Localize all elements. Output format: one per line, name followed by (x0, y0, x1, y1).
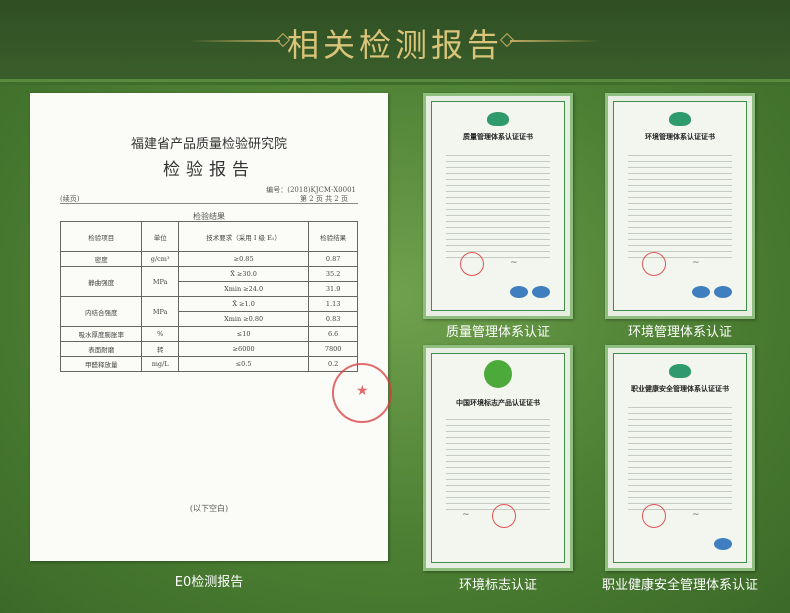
column-header: 检验结果 (308, 221, 358, 252)
requirement-cell: ≤10 (177, 326, 310, 342)
stamp-icon (492, 504, 516, 528)
signature-icon: ~ (462, 510, 470, 520)
certificate-environment: 环境管理体系认证证书 ~ (605, 93, 755, 319)
report-title: 检验报告 (163, 160, 255, 180)
iqnet-badge-icon (510, 286, 528, 298)
stamp-icon (460, 252, 484, 276)
iaf-badge-icon (714, 538, 732, 550)
right-ornament (510, 40, 600, 42)
stamp-icon (642, 252, 666, 276)
certificate-quality: 质量管理体系认证证书 ~ (423, 93, 573, 319)
certificate-frame: 质量管理体系认证证书 ~ (431, 101, 565, 311)
item-cell: 表面耐磨 (59, 341, 143, 357)
inspection-report: 福建省产品质量检验研究院 检验报告 编号：(2018)KJCM-X0001 (续… (30, 93, 392, 561)
certificate-title: 质量管理体系认证证书 (463, 133, 533, 141)
certificate-title: 中国环境标志产品认证证书 (456, 399, 540, 407)
certificate-caption: 环境管理体系认证 (627, 325, 732, 340)
result-cell: 0.87 (308, 251, 358, 267)
column-header: 检验项目 (59, 221, 143, 252)
table-row: 密度 g/cm³ ≥0.85 0.87 (59, 251, 358, 267)
certificate-caption: 职业健康安全管理体系认证 (601, 578, 758, 593)
unit-cell: MPa (141, 266, 179, 297)
unit-cell: % (141, 326, 179, 342)
iaf-badge-icon (532, 286, 550, 298)
certificate-frame: 中国环境标志产品认证证书 ~ (431, 353, 565, 563)
result-cell: 1.13 (308, 296, 358, 312)
table-row: 静曲强度 MPa X̄ ≥30.0 35.2 (59, 266, 358, 297)
certificate-text-lines (446, 150, 550, 258)
requirement-cell: X̄ ≥1.0 (177, 296, 310, 312)
certificate-caption: 质量管理体系认证 (445, 325, 550, 340)
unit-cell: g/cm³ (141, 251, 179, 267)
table-header-row: 检验项目 单位 技术要求（采用 I 级 E₁） 检验结果 (59, 221, 358, 252)
column-header: 单位 (141, 221, 179, 252)
certificate-caption: 环境标志认证 (458, 578, 537, 593)
requirement-cell: Xmin ≥24.0 (177, 281, 310, 297)
requirement-cell: ≤0.5 (177, 356, 310, 372)
item-cell: 甲醛释放量 (59, 356, 143, 372)
red-seal-icon (332, 363, 392, 423)
certificate-title: 环境管理体系认证证书 (645, 133, 715, 141)
signature-icon: ~ (692, 258, 700, 268)
content-area: 福建省产品质量检验研究院 检验报告 编号：(2018)KJCM-X0001 (续… (0, 85, 790, 613)
certificate-eco-label: 中国环境标志产品认证证书 ~ (423, 345, 573, 571)
table-row: 表面耐磨 转 ≥6000 7800 (59, 341, 358, 357)
requirement-cell: ≥6000 (177, 341, 310, 357)
cqc-logo-icon (669, 364, 691, 378)
results-table: 检验项目 单位 技术要求（采用 I 级 E₁） 检验结果 密度 g/cm³ ≥0… (59, 221, 358, 372)
result-cell: 0.83 (308, 311, 358, 327)
item-cell: 吸水厚度膨胀率 (59, 326, 143, 342)
certificate-text-lines (446, 414, 550, 510)
unit-cell: mg/L (141, 356, 179, 372)
column-header: 技术要求（采用 I 级 E₁） (177, 221, 310, 252)
certificate-occupational-health: 职业健康安全管理体系认证证书 ~ (605, 345, 755, 571)
requirement-cell: ≥0.85 (177, 251, 310, 267)
result-cell: 7800 (308, 341, 358, 357)
blank-note: (以下空白) (189, 504, 229, 513)
item-cell: 静曲强度 (59, 266, 143, 297)
page-title: 相关检测报告 (286, 26, 503, 64)
report-institute: 福建省产品质量检验研究院 (130, 137, 287, 152)
result-cell: 35.2 (308, 266, 358, 282)
unit-cell: 转 (141, 341, 179, 357)
iaf-badge-icon (714, 286, 732, 298)
environmental-label-logo-icon (484, 360, 512, 388)
table-row: 甲醛释放量 mg/L ≤0.5 0.2 (59, 356, 358, 372)
iqnet-badge-icon (692, 286, 710, 298)
cqc-logo-icon (669, 112, 691, 126)
certificate-text-lines (628, 402, 732, 510)
header-banner: 相关检测报告 (0, 0, 790, 82)
table-row: 内结合强度 MPa X̄ ≥1.0 1.13 (59, 296, 358, 327)
certificate-text-lines (628, 150, 732, 258)
signature-icon: ~ (692, 510, 700, 520)
certificate-title: 职业健康安全管理体系认证证书 (631, 385, 729, 393)
result-cell: 6.6 (308, 326, 358, 342)
cqc-logo-icon (487, 112, 509, 126)
unit-cell: MPa (141, 296, 179, 327)
table-row: 吸水厚度膨胀率 % ≤10 6.6 (59, 326, 358, 342)
requirement-cell: Xmin ≥0.80 (177, 311, 310, 327)
report-divider (60, 203, 358, 204)
certificate-frame: 职业健康安全管理体系认证证书 ~ (613, 353, 747, 563)
result-cell: 31.9 (308, 281, 358, 297)
stamp-icon (642, 504, 666, 528)
signature-icon: ~ (510, 258, 518, 268)
item-cell: 密度 (59, 251, 143, 267)
certificate-frame: 环境管理体系认证证书 ~ (613, 101, 747, 311)
item-cell: 内结合强度 (59, 296, 143, 327)
report-caption: E0检测报告 (174, 575, 244, 590)
requirement-cell: X̄ ≥30.0 (177, 266, 310, 282)
